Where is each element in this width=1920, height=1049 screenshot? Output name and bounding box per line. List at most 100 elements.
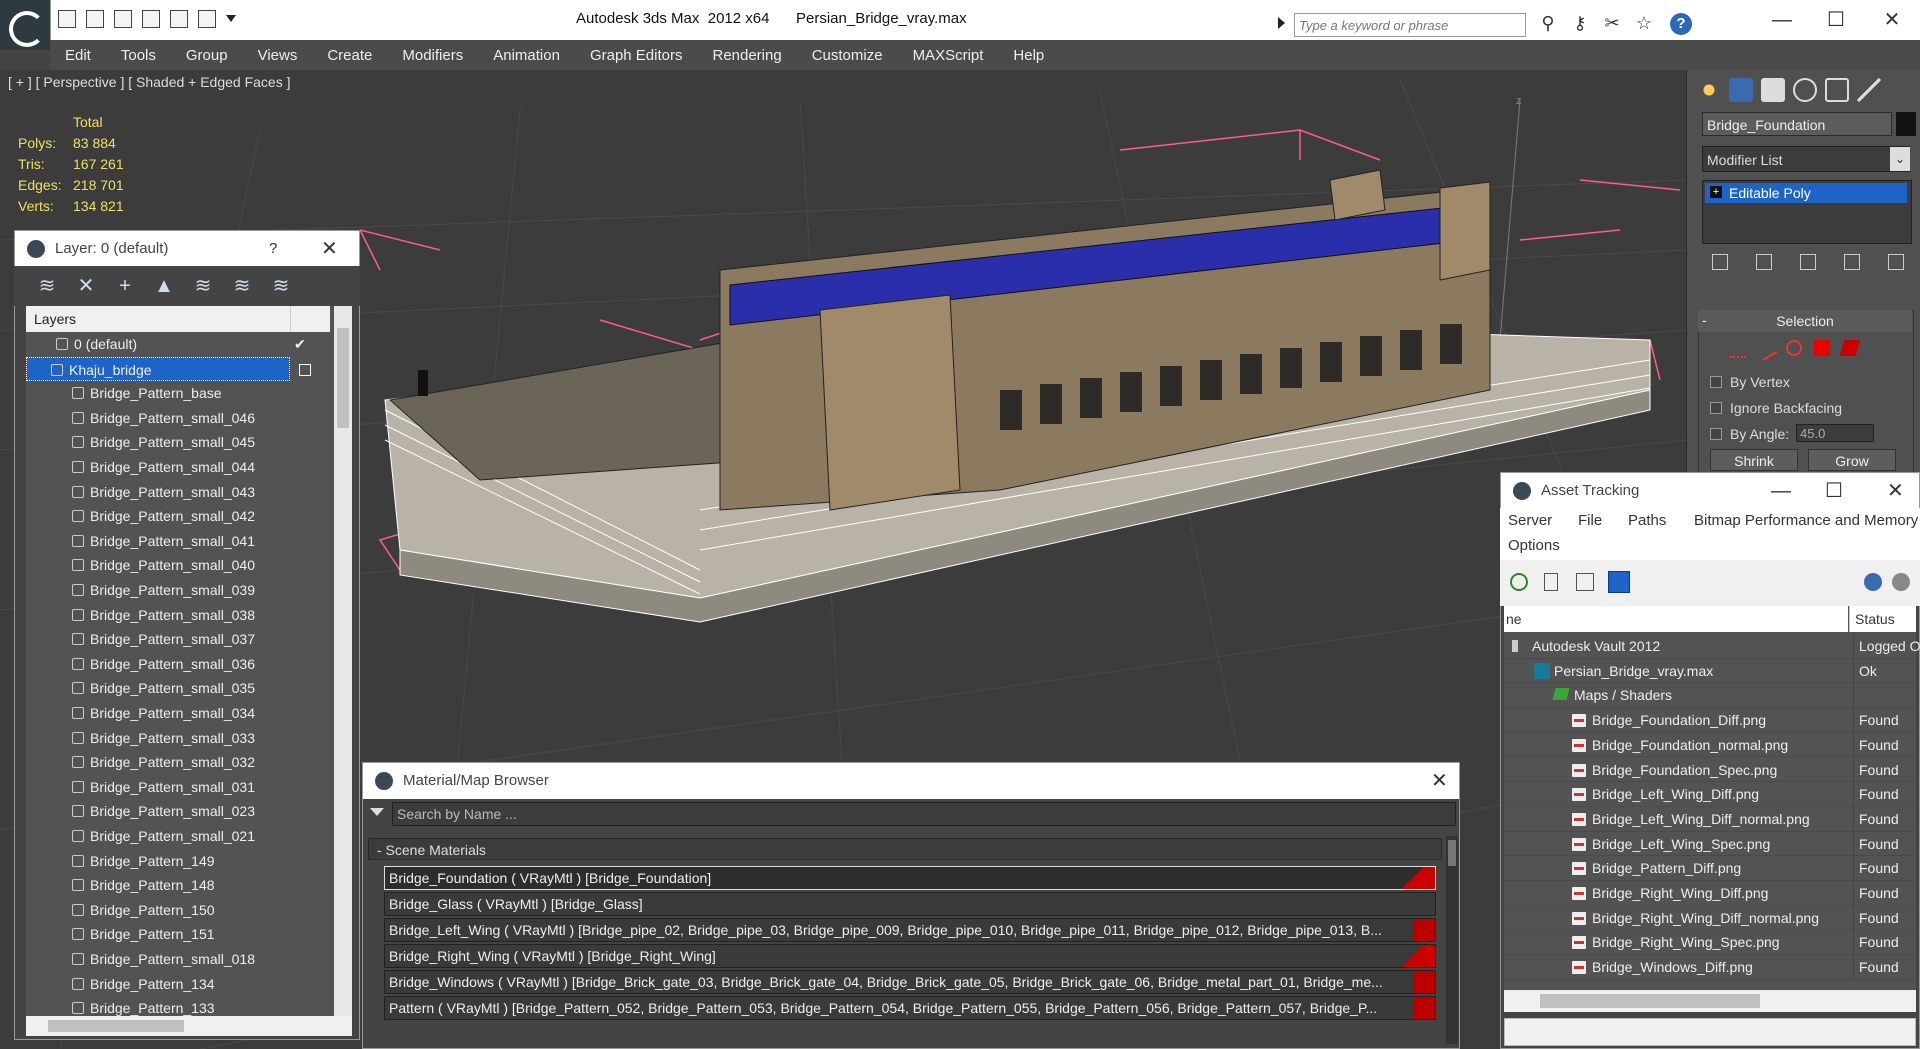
menu-help[interactable]: Help xyxy=(998,47,1059,64)
layer-row[interactable]: Bridge_Pattern_148 xyxy=(26,873,334,898)
asset-row[interactable]: Bridge_Left_Wing_Diff_normal.png Found xyxy=(1504,806,1916,832)
create-tab-icon[interactable] xyxy=(1697,78,1721,102)
search-expand-icon[interactable] xyxy=(1278,17,1285,29)
current-layer-check-icon[interactable]: ✔ xyxy=(294,332,306,356)
material-row[interactable]: Bridge_Glass ( VRayMtl ) [Bridge_Glass] xyxy=(384,892,1436,916)
hierarchy-tab-icon[interactable] xyxy=(1761,78,1785,102)
close-button[interactable]: ✕ xyxy=(1872,6,1912,34)
configure-sets-icon[interactable] xyxy=(1888,254,1904,270)
layer-row[interactable]: Bridge_Pattern_small_040 xyxy=(26,553,334,578)
status-column-header[interactable]: Status xyxy=(1849,606,1916,632)
maximize-button[interactable]: ☐ xyxy=(1816,6,1856,34)
menu-paths[interactable]: Paths xyxy=(1628,512,1666,529)
layer-row[interactable]: Bridge_Pattern_small_021 xyxy=(26,824,334,849)
freeze-all-layers-icon[interactable]: ≋ xyxy=(268,273,294,299)
hide-all-layers-icon[interactable]: ≋ xyxy=(229,273,255,299)
border-mode-icon[interactable] xyxy=(1786,340,1802,356)
layers-column-header[interactable]: Layers xyxy=(26,306,290,332)
material-browser-titlebar[interactable]: Material/Map Browser ✕ xyxy=(363,763,1459,799)
layer-hscroll-thumb[interactable] xyxy=(48,1020,184,1032)
modify-tab-icon[interactable] xyxy=(1729,78,1753,102)
grow-button[interactable]: Grow xyxy=(1808,449,1896,471)
layer-scroll-thumb[interactable] xyxy=(337,328,349,428)
expand-plus-icon[interactable]: + xyxy=(1710,186,1722,198)
menu-rendering[interactable]: Rendering xyxy=(697,47,796,64)
menu-edit[interactable]: Edit xyxy=(50,47,106,64)
asset-row[interactable]: Bridge_Left_Wing_Diff.png Found xyxy=(1504,782,1916,807)
binoculars-icon[interactable]: ⚲ xyxy=(1538,13,1558,33)
close-icon[interactable]: ✕ xyxy=(1887,473,1904,509)
app-logo-button[interactable] xyxy=(0,0,51,50)
chevron-down-icon[interactable]: ⌄ xyxy=(1890,147,1910,171)
copy-icon[interactable] xyxy=(142,10,160,28)
asset-row[interactable]: Maps / Shaders xyxy=(1504,683,1916,709)
add-to-layer-icon[interactable]: + xyxy=(112,273,138,299)
layer-window-titlebar[interactable]: Layer: 0 (default) ? ✕ xyxy=(15,231,359,267)
menu-animation[interactable]: Animation xyxy=(478,47,575,64)
viewport-label[interactable]: [ + ] [ Perspective ] [ Shaded + Edged F… xyxy=(8,74,291,90)
layer-row[interactable]: Bridge_Pattern_small_045 xyxy=(26,430,334,455)
material-scroll-thumb[interactable] xyxy=(1448,840,1456,866)
rollout-collapse-icon[interactable]: - xyxy=(1702,312,1707,328)
layer-row[interactable]: Bridge_Pattern_small_033 xyxy=(26,726,334,751)
menu-modifiers[interactable]: Modifiers xyxy=(387,47,478,64)
layer-row[interactable]: Bridge_Pattern_134 xyxy=(26,972,334,997)
qat-dropdown-icon[interactable] xyxy=(226,10,244,28)
asset-row[interactable]: Persian_Bridge_vray.max Ok xyxy=(1504,658,1916,684)
asset-row[interactable]: Bridge_Windows_Diff.png Found xyxy=(1504,955,1916,980)
filter-options-icon[interactable] xyxy=(370,808,384,816)
set-current-layer-icon[interactable] xyxy=(299,363,311,376)
material-row[interactable]: Pattern ( VRayMtl ) [Bridge_Pattern_052,… xyxy=(384,996,1436,1020)
remove-modifier-icon[interactable] xyxy=(1844,254,1860,270)
material-row[interactable]: Bridge_Left_Wing ( VRayMtl ) [Bridge_pip… xyxy=(384,918,1436,942)
layer-row[interactable]: Bridge_Pattern_small_041 xyxy=(26,529,334,554)
asset-row[interactable]: Bridge_Foundation_normal.png Found xyxy=(1504,732,1916,758)
save-icon[interactable] xyxy=(86,10,104,28)
menu-group[interactable]: Group xyxy=(171,47,243,64)
menu-server[interactable]: Server xyxy=(1508,512,1552,529)
show-end-result-icon[interactable] xyxy=(1756,254,1772,270)
motion-tab-icon[interactable] xyxy=(1793,78,1817,102)
object-name-field[interactable]: Bridge_Foundation xyxy=(1702,112,1892,136)
asset-row[interactable]: Bridge_Pattern_Diff.png Found xyxy=(1504,856,1916,881)
menu-create[interactable]: Create xyxy=(312,47,387,64)
material-row[interactable]: Bridge_Right_Wing ( VRayMtl ) [Bridge_Ri… xyxy=(384,944,1436,968)
layer-row[interactable]: Bridge_Pattern_small_037 xyxy=(26,627,334,652)
help-icon[interactable] xyxy=(1864,573,1882,591)
subscription-key-icon[interactable]: ⚷ xyxy=(1570,13,1590,33)
by-angle-checkbox[interactable]: By Angle: xyxy=(1710,426,1789,442)
scene-materials-group[interactable]: - Scene Materials xyxy=(368,838,1442,860)
menu-file[interactable]: File xyxy=(1578,512,1602,529)
thumbnail-view-icon[interactable] xyxy=(1576,573,1594,591)
layer-row[interactable]: Bridge_Pattern_small_034 xyxy=(26,701,334,726)
help-icon[interactable]: ? xyxy=(269,231,277,267)
material-row[interactable]: Bridge_Windows ( VRayMtl ) [Bridge_Brick… xyxy=(384,970,1436,994)
keyword-search-input[interactable]: Type a keyword or phrase xyxy=(1294,13,1526,37)
asset-row[interactable]: Bridge_Left_Wing_Spec.png Found xyxy=(1504,831,1916,857)
layer-row[interactable]: Bridge_Pattern_small_043 xyxy=(26,480,334,505)
menu-options[interactable]: Options xyxy=(1508,537,1560,554)
material-scrollbar[interactable] xyxy=(1446,836,1458,1044)
new-layer-icon[interactable]: ≋ xyxy=(34,273,60,299)
utilities-tab-icon[interactable] xyxy=(1857,78,1881,102)
modifier-list-dropdown[interactable]: Modifier List xyxy=(1702,146,1910,172)
layer-row[interactable]: Bridge_Pattern_small_035 xyxy=(26,676,334,701)
layer-row[interactable]: Bridge_Pattern_base xyxy=(26,381,334,406)
layer-row[interactable]: Bridge_Pattern_small_031 xyxy=(26,775,334,800)
asset-tracking-titlebar[interactable]: Asset Tracking — ☐ ✕ xyxy=(1501,473,1919,509)
select-objects-icon[interactable]: ▲ xyxy=(151,273,177,299)
layer-row[interactable]: Bridge_Pattern_149 xyxy=(26,849,334,874)
help-icon[interactable]: ? xyxy=(1670,13,1692,35)
asset-row[interactable]: Bridge_Right_Wing_Spec.png Found xyxy=(1504,930,1916,956)
menu-bitmap-performance[interactable]: Bitmap Performance and Memory xyxy=(1694,512,1918,529)
menu-tools[interactable]: Tools xyxy=(106,47,171,64)
layers-column-header-2[interactable] xyxy=(290,306,330,332)
element-mode-icon[interactable] xyxy=(1839,340,1861,356)
shrink-button[interactable]: Shrink xyxy=(1710,449,1798,471)
asset-row[interactable]: Bridge_Right_Wing_Diff_normal.png Found xyxy=(1504,905,1916,931)
minimize-button[interactable]: — xyxy=(1762,6,1802,34)
menu-customize[interactable]: Customize xyxy=(797,47,898,64)
display-tab-icon[interactable] xyxy=(1825,78,1849,102)
favorites-star-icon[interactable]: ☆ xyxy=(1634,13,1654,33)
layer-row[interactable]: Bridge_Pattern_small_032 xyxy=(26,750,334,775)
